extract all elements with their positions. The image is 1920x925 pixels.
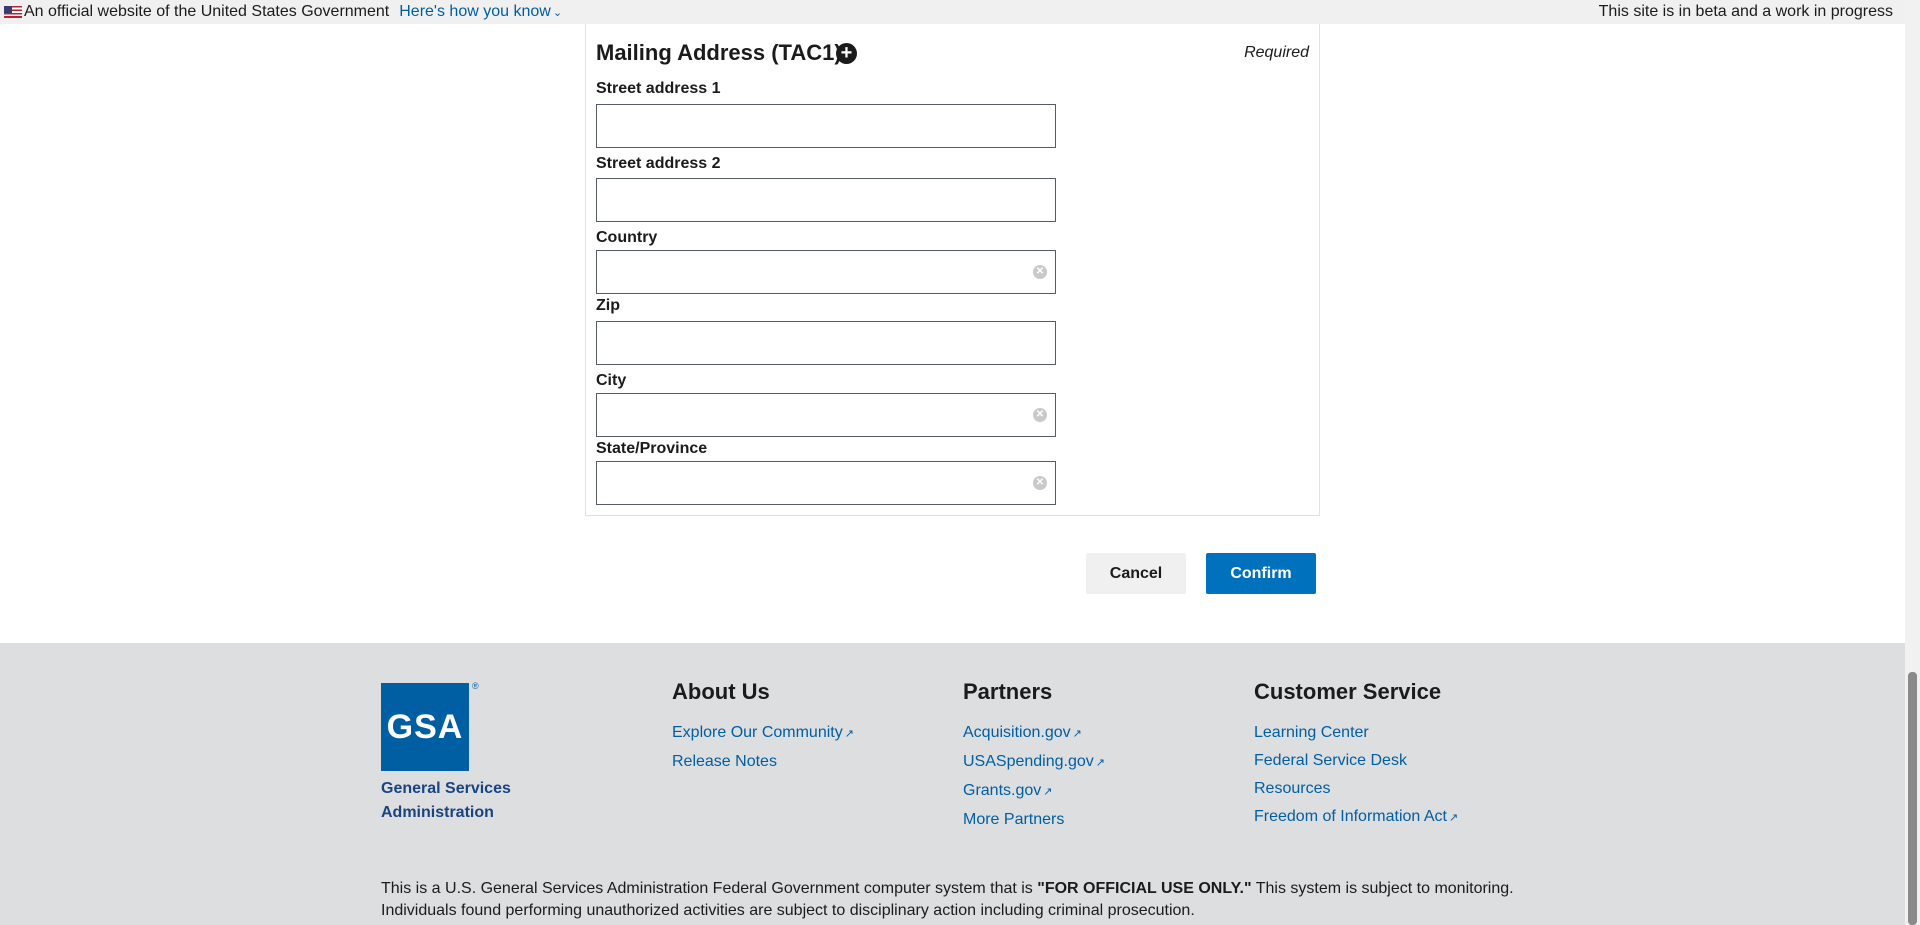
usaspending-link[interactable]: USASpending.gov ↗ [963,748,1105,777]
how-you-know-label: Here's how you know [399,3,551,20]
country-label: Country [596,229,658,246]
city-combobox[interactable] [596,393,1056,437]
grants-link[interactable]: Grants.gov ↗ [963,777,1105,806]
confirm-button[interactable]: Confirm [1206,553,1316,594]
state-clear-icon[interactable]: ✕ [1033,476,1047,490]
scrollbar-thumb[interactable] [1908,672,1917,925]
section-title: Mailing Address (TAC1) [596,40,842,65]
partners-heading: Partners [963,679,1053,704]
customer-service-column: Customer Service Learning Center Federal… [1254,679,1458,832]
mailing-address-card: Mailing Address (TAC1) + Required Street… [585,24,1320,516]
add-circle-icon[interactable]: + [836,43,857,64]
gsa-name: General Services Administration [381,780,511,821]
gov-banner: An official website of the United States… [0,0,1905,24]
footer: GSA ® General Services Administration Ab… [0,643,1905,925]
acquisition-link[interactable]: Acquisition.gov ↗ [963,719,1105,748]
street1-label: Street address 1 [596,80,721,97]
chevron-down-icon: ⌄ [552,6,563,19]
street2-input[interactable] [596,178,1056,222]
official-site-text: An official website of the United States… [24,3,390,20]
about-us-heading: About Us [672,679,770,704]
release-notes-link[interactable]: Release Notes [672,748,854,776]
scrollbar[interactable] [1905,0,1920,925]
city-clear-icon[interactable]: ✕ [1033,408,1047,422]
foia-link[interactable]: Freedom of Information Act ↗ [1254,803,1458,832]
external-link-icon: ↗ [1448,812,1459,824]
customer-service-heading: Customer Service [1254,679,1442,704]
external-link-icon: ↗ [1095,757,1105,769]
how-you-know-link[interactable]: Here's how you know ⌄ [399,3,562,21]
about-us-column: About Us Explore Our Community ↗ Release … [672,679,854,776]
state-combobox[interactable] [596,461,1056,505]
country-clear-icon[interactable]: ✕ [1033,265,1047,279]
explore-community-link[interactable]: Explore Our Community ↗ [672,719,854,748]
state-label: State/Province [596,440,708,457]
disclaimer-text: This is a U.S. General Services Administ… [381,880,1514,919]
external-link-icon: ↗ [1043,786,1053,798]
street1-input[interactable] [596,104,1056,148]
country-combobox[interactable] [596,250,1056,294]
learning-center-link[interactable]: Learning Center [1254,719,1458,747]
city-label: City [596,372,627,389]
federal-service-desk-link[interactable]: Federal Service Desk [1254,747,1458,775]
zip-input[interactable] [596,321,1056,365]
required-indicator: Required [1244,44,1309,61]
us-flag-icon [4,6,22,18]
partners-column: Partners Acquisition.gov ↗ USASpending.go… [963,679,1105,834]
external-link-icon: ↗ [844,728,854,740]
external-link-icon: ↗ [1072,728,1082,740]
cancel-button[interactable]: Cancel [1086,553,1186,594]
more-partners-link[interactable]: More Partners [963,806,1105,834]
beta-notice: This site is in beta and a work in progr… [1598,3,1893,20]
registered-mark-icon: ® [472,681,479,691]
street2-label: Street address 2 [596,155,721,172]
resources-link[interactable]: Resources [1254,775,1458,803]
gsa-logo[interactable]: GSA [381,683,469,771]
zip-label: Zip [596,297,620,314]
